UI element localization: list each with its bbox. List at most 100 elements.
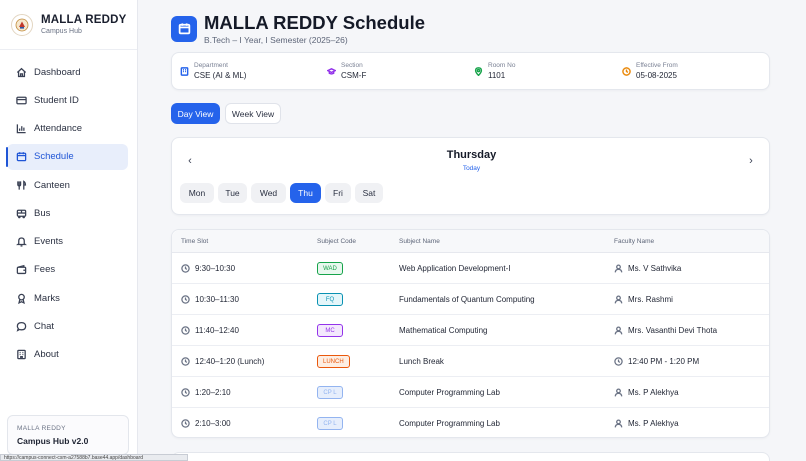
- faculty-cell: Ms. P Alekhya: [614, 377, 679, 408]
- bus-icon: [16, 209, 27, 219]
- clock-icon: [181, 357, 190, 366]
- room-label: Room No: [488, 62, 516, 69]
- subject-name-text: Computer Programming Lab: [399, 419, 500, 428]
- time-slot-text: 9:30–10:30: [195, 264, 236, 273]
- faculty-name-text: Ms. P Alekhya: [628, 419, 679, 428]
- time-slot-text: 2:10–3:00: [195, 419, 231, 428]
- column-header-code: Subject Code: [317, 238, 357, 245]
- subject-name-cell: Fundamentals of Quantum Computing: [399, 284, 535, 315]
- user-icon: [614, 326, 623, 335]
- week-view-button[interactable]: Week View: [225, 103, 281, 124]
- day-chip-thu[interactable]: Thu: [290, 183, 321, 203]
- sidebar-item-marks[interactable]: Marks: [7, 285, 128, 311]
- table-row[interactable]: 1:20–2:10 CP L Computer Programming Lab Ms.…: [172, 377, 769, 408]
- time-slot-text: 10:30–11:30: [195, 295, 239, 304]
- clock-icon: [181, 264, 190, 273]
- time-slot-text: 12:40–1:20 (Lunch): [195, 357, 265, 366]
- day-chip-mon[interactable]: Mon: [180, 183, 214, 203]
- bell-icon: [16, 237, 27, 247]
- next-card-edge: [171, 452, 770, 461]
- bar-chart-icon: [16, 124, 26, 134]
- faculty-name-text: Mrs. Rashmi: [628, 295, 673, 304]
- graduation-cap-icon: [327, 68, 336, 75]
- table-row[interactable]: 11:40–12:40 MC Mathematical Computing Mrs. …: [172, 315, 769, 346]
- sidebar-item-attendance[interactable]: Attendance: [7, 116, 128, 142]
- subject-code-badge: FQ: [317, 293, 343, 306]
- subject-code-cell: FQ: [317, 284, 343, 315]
- faculty-cell: Mrs. Rashmi: [614, 284, 673, 315]
- link-status-bar: https://campus-connect-csm-a27588b7.base…: [0, 454, 188, 461]
- time-slot-cell: 9:30–10:30: [181, 253, 235, 284]
- subject-name-text: Lunch Break: [399, 357, 444, 366]
- award-icon: [18, 293, 25, 304]
- subject-name-text: Fundamentals of Quantum Computing: [399, 295, 535, 304]
- section-value: CSM-F: [341, 71, 367, 80]
- sidebar-item-label: Dashboard: [34, 66, 81, 78]
- room-value: 1101: [488, 71, 506, 80]
- faculty-cell: 12:40 PM - 1:20 PM: [614, 346, 699, 377]
- user-icon: [614, 419, 623, 428]
- home-icon: [16, 67, 27, 77]
- sidebar-item-about[interactable]: About: [7, 342, 128, 368]
- day-chip-tue[interactable]: Tue: [218, 183, 247, 203]
- subject-name-text: Computer Programming Lab: [399, 388, 500, 397]
- day-view-button[interactable]: Day View: [171, 103, 220, 124]
- sidebar-item-bus[interactable]: Bus: [7, 200, 128, 226]
- subject-name-cell: Web Application Development-I: [399, 253, 510, 284]
- sidebar-item-canteen[interactable]: Canteen: [7, 172, 128, 198]
- day-chip-sat[interactable]: Sat: [355, 183, 383, 203]
- sidebar-item-fees[interactable]: Fees: [7, 257, 128, 283]
- class-info-card: Department CSE (AI & ML) Section CSM-F R…: [171, 52, 770, 90]
- time-slot-text: 11:40–12:40: [195, 326, 239, 335]
- brand-subtitle: Campus Hub: [41, 28, 82, 35]
- sidebar-item-label: Schedule: [34, 151, 74, 163]
- sidebar-item-events[interactable]: Events: [7, 229, 128, 255]
- table-row[interactable]: 2:10–3:00 CP L Computer Programming Lab Ms.…: [172, 408, 769, 437]
- table-row[interactable]: 12:40–1:20 (Lunch) LUNCH Lunch Break 12:40 …: [172, 346, 769, 377]
- subject-name-cell: Computer Programming Lab: [399, 377, 500, 408]
- faculty-name-text: Mrs. Vasanthi Devi Thota: [628, 326, 718, 335]
- page-subtitle: B.Tech – I Year, I Semester (2025–26): [204, 35, 348, 45]
- section-info: Section CSM-F: [327, 62, 366, 80]
- sidebar-item-chat[interactable]: Chat: [7, 313, 128, 339]
- table-row[interactable]: 10:30–11:30 FQ Fundamentals of Quantum Com…: [172, 284, 769, 315]
- subject-code-cell: WAD: [317, 253, 343, 284]
- clock-icon: [181, 295, 190, 304]
- department-label: Department: [194, 62, 228, 69]
- table-row[interactable]: 9:30–10:30 WAD Web Application Development…: [172, 253, 769, 284]
- clock-icon: [614, 357, 623, 366]
- sidebar-nav: Dashboard Student ID Attendance Schedule…: [0, 50, 137, 368]
- user-icon: [614, 388, 623, 397]
- faculty-cell: Mrs. Vasanthi Devi Thota: [614, 315, 717, 346]
- subject-name-cell: Computer Programming Lab: [399, 408, 500, 437]
- sidebar-item-label: Student ID: [34, 94, 79, 106]
- sidebar-item-student-id[interactable]: Student ID: [7, 87, 128, 113]
- subject-name-text: Web Application Development-I: [399, 264, 511, 273]
- time-slot-cell: 10:30–11:30: [181, 284, 239, 315]
- map-pin-icon: [474, 67, 483, 76]
- utensils-icon: [17, 179, 27, 190]
- subject-name-text: Mathematical Computing: [399, 326, 488, 335]
- subject-code-badge: LUNCH: [317, 355, 350, 368]
- user-icon: [614, 264, 623, 273]
- time-slot-cell: 11:40–12:40: [181, 315, 239, 346]
- effective-info: Effective From 05-08-2025: [622, 62, 678, 80]
- user-icon: [614, 295, 623, 304]
- subject-code-cell: CP L: [317, 408, 343, 437]
- id-card-icon: [16, 96, 27, 105]
- time-slot-cell: 2:10–3:00: [181, 408, 231, 437]
- subject-code-cell: CP L: [317, 377, 343, 408]
- sidebar-item-label: Attendance: [34, 123, 83, 134]
- department-value: CSE (AI & ML): [194, 71, 247, 80]
- page-title: MALLA REDDY Schedule: [204, 12, 425, 33]
- timetable: Time Slot Subject Code Subject Name Facu…: [171, 229, 770, 438]
- day-chip-wed[interactable]: Wed: [251, 183, 286, 203]
- sidebar-item-schedule[interactable]: Schedule: [6, 143, 128, 170]
- sidebar-item-label: About: [34, 349, 59, 360]
- building-icon: [180, 67, 189, 76]
- brand[interactable]: MALLA REDDY Campus Hub: [0, 0, 137, 50]
- footer-brand: MALLA REDDY: [17, 425, 66, 432]
- brand-title: MALLA REDDY: [41, 14, 127, 26]
- sidebar-item-dashboard[interactable]: Dashboard: [7, 59, 128, 85]
- day-chip-fri[interactable]: Fri: [325, 183, 351, 203]
